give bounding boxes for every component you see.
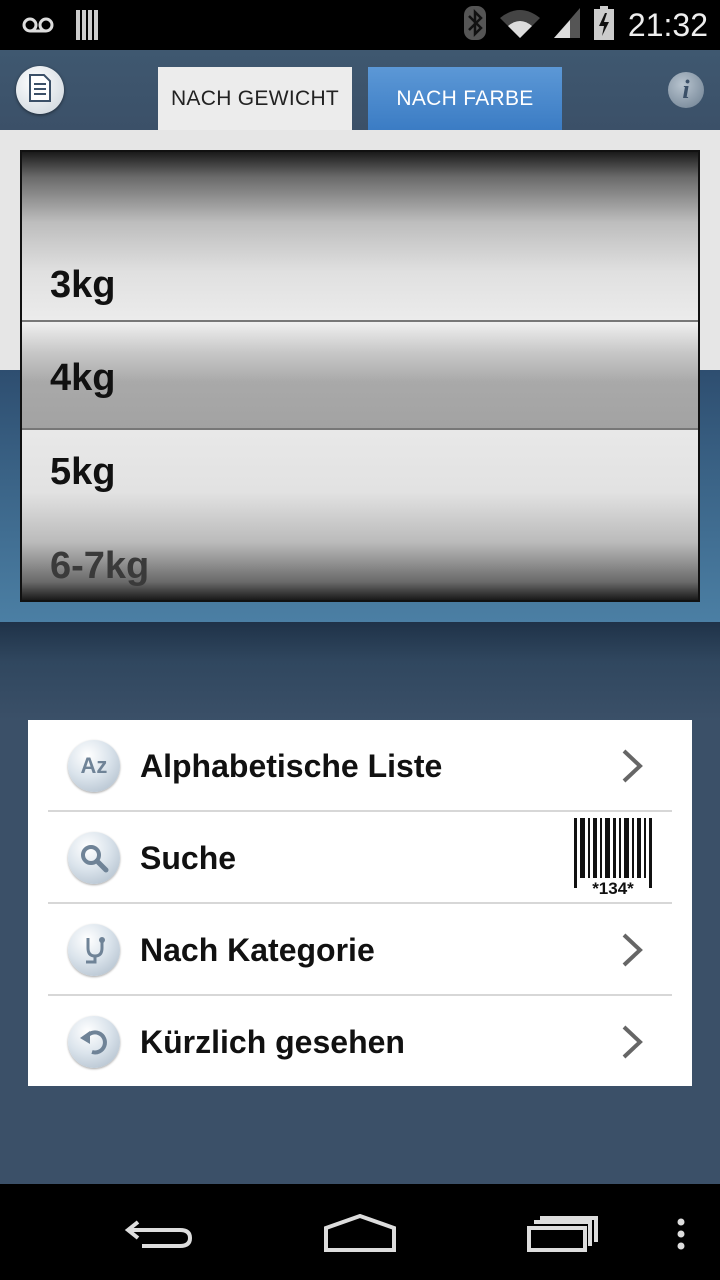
chevron-right-icon — [622, 1025, 643, 1059]
picker-item[interactable]: 3kg — [50, 264, 115, 307]
main-menu: Az Alphabetische Liste Suche *134* Nach … — [28, 720, 692, 1086]
picker-selection-band — [22, 320, 698, 430]
notification-icon — [76, 10, 100, 45]
history-icon — [68, 1016, 120, 1068]
info-icon: i — [682, 75, 690, 104]
weight-picker[interactable]: 3kg 4kg 5kg 6-7kg — [20, 150, 700, 602]
bluetooth-icon — [463, 6, 486, 45]
status-bar: 21:32 — [0, 0, 720, 50]
document-button[interactable] — [16, 66, 64, 114]
menu-item-alphabetical-list[interactable]: Az Alphabetische Liste — [48, 720, 672, 812]
app-header — [0, 50, 720, 130]
chevron-right-icon — [622, 749, 643, 783]
menu-item-label: Kürzlich gesehen — [140, 1024, 405, 1060]
picker-item-selected[interactable]: 4kg — [50, 357, 115, 400]
menu-item-by-category[interactable]: Nach Kategorie — [48, 904, 672, 996]
menu-item-recently-viewed[interactable]: Kürzlich gesehen — [48, 996, 672, 1088]
wifi-icon — [499, 8, 540, 43]
home-icon[interactable] — [322, 1213, 398, 1259]
chevron-right-icon — [622, 933, 643, 967]
az-icon-label: Az — [80, 753, 108, 778]
menu-item-label: Suche — [140, 840, 237, 876]
menu-item-label: Alphabetische Liste — [140, 748, 443, 784]
navigation-bar — [0, 1184, 720, 1280]
document-icon — [29, 73, 51, 107]
barcode-icon[interactable]: *134* — [572, 818, 654, 898]
recent-apps-icon[interactable] — [526, 1216, 598, 1257]
battery-charging-icon — [593, 6, 614, 45]
tab-by-weight[interactable]: NACH GEWICHT — [158, 67, 352, 130]
info-button[interactable]: i — [668, 72, 704, 108]
search-icon — [68, 832, 120, 884]
voicemail-icon — [22, 15, 54, 40]
picker-item[interactable]: 6-7kg — [50, 545, 149, 588]
back-icon[interactable] — [124, 1216, 196, 1257]
menu-item-label: Nach Kategorie — [140, 932, 375, 968]
tab-by-color[interactable]: NACH FARBE — [368, 67, 562, 130]
az-icon: Az — [68, 740, 120, 792]
category-icon — [68, 924, 120, 976]
menu-item-search[interactable]: Suche *134* — [48, 812, 672, 904]
signal-icon — [553, 8, 580, 43]
overflow-menu-icon[interactable] — [676, 1218, 686, 1255]
picker-item[interactable]: 5kg — [50, 451, 115, 494]
clock: 21:32 — [627, 7, 708, 43]
barcode-text: *134* — [592, 879, 634, 896]
